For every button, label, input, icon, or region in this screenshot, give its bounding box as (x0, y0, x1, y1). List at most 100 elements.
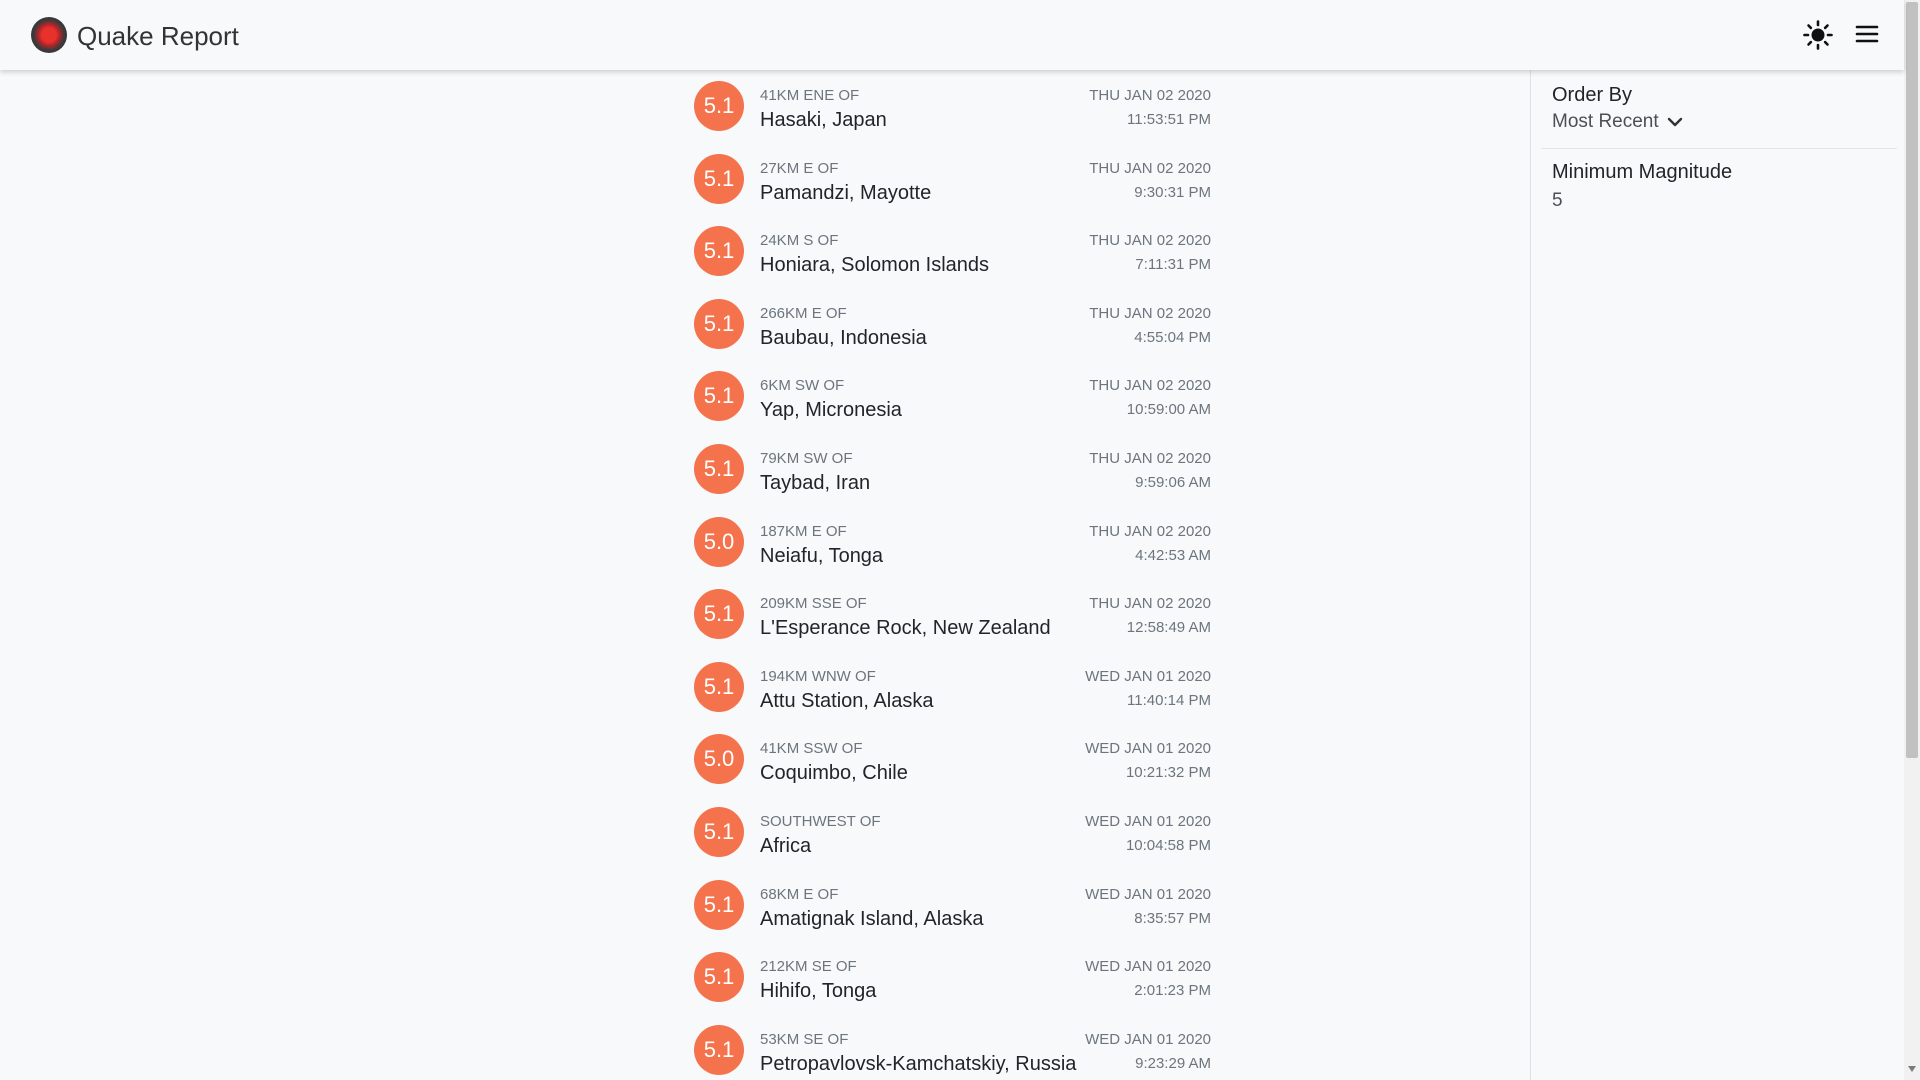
quake-list-item[interactable]: 5.1 Southwest of Africa WED JAN 01 2020 10:0… (693, 796, 1213, 869)
quake-list-item[interactable]: 5.0 187km E of Neiafu, Tonga THU JAN 02 202… (693, 506, 1213, 579)
quake-list-item[interactable]: 5.1 68km E of Amatignak Island, Alaska WED … (693, 869, 1213, 942)
location-place: Coquimbo, Chile (760, 762, 908, 785)
quake-date: WED JAN 01 2020 (1085, 1030, 1211, 1048)
quake-date: WED JAN 01 2020 (1085, 740, 1211, 758)
quake-list-item[interactable]: 5.1 53km SE of Petropavlovsk-Kamchatskiy, … (693, 1014, 1213, 1080)
min-magnitude-label: Minimum Magnitude (1552, 161, 1733, 183)
quake-time: 9:30:31 PM (1134, 183, 1211, 201)
quake-time: 8:35:57 PM (1134, 909, 1211, 927)
location-offset: 194km WNW of (760, 667, 876, 685)
magnitude-badge: 5.1 (694, 1024, 744, 1075)
quake-date: THU JAN 02 2020 (1089, 522, 1211, 540)
filter-sidebar: Order By Most Recent Minimum Magnitude (1530, 70, 1905, 1080)
magnitude-badge: 5.1 (694, 81, 744, 131)
quake-time: 9:23:29 AM (1135, 1054, 1211, 1072)
earthquake-list: 5.1 41km ENE of Hasaki, Japan THU JAN 02 20… (693, 70, 1213, 1080)
location-offset: 209km SSE of (760, 595, 867, 613)
location-place: Honiara, Solomon Islands (760, 254, 990, 277)
quake-time: 12:58:49 AM (1126, 619, 1211, 637)
sun-icon[interactable] (1802, 19, 1834, 51)
location-offset: 68km E of (760, 885, 839, 903)
magnitude-badge: 5.0 (694, 516, 744, 567)
scrollbar-thumb[interactable] (1906, 2, 1918, 758)
magnitude-badge: 5.1 (694, 806, 744, 857)
quake-time: 11:53:51 PM (1127, 111, 1211, 128)
order-by-value: Most Recent (1552, 111, 1659, 132)
order-by-label: Order By (1552, 84, 1633, 106)
quake-list-item[interactable]: 5.1 41km ENE of Hasaki, Japan THU JAN 02 20… (693, 70, 1213, 143)
quake-date: THU JAN 02 2020 (1089, 232, 1211, 250)
quake-time: 10:21:32 PM (1125, 764, 1211, 782)
quake-date: WED JAN 01 2020 (1085, 812, 1211, 830)
quake-time: 7:11:31 PM (1135, 256, 1211, 274)
location-offset: 53km SE of (760, 1030, 849, 1048)
quake-list-item[interactable]: 5.1 79km SW of Taybad, Iran THU JAN 02 2020… (693, 433, 1213, 506)
location-place: L'Esperance Rock, New Zealand (760, 617, 1051, 640)
magnitude-badge: 5.1 (694, 371, 744, 422)
chevron-down-icon (1667, 117, 1682, 127)
magnitude-badge: 5.1 (694, 298, 744, 349)
magnitude-badge: 5.1 (694, 952, 744, 1003)
location-place: Amatignak Island, Alaska (760, 907, 984, 930)
quake-logo-icon[interactable] (31, 17, 67, 53)
location-offset: 41km SSW of (760, 740, 863, 758)
magnitude-badge: 5.1 (694, 153, 744, 204)
quake-list-item[interactable]: 5.1 266km E of Baubau, Indonesia THU JAN 02… (693, 288, 1213, 361)
quake-time: 11:40:14 PM (1127, 691, 1211, 709)
magnitude-badge: 5.1 (694, 589, 744, 640)
min-magnitude-input[interactable] (1552, 187, 1882, 215)
magnitude-badge: 5.1 (694, 879, 744, 930)
quake-list-item[interactable]: 5.1 212km SE of Hihifo, Tonga WED JAN 01 20… (693, 941, 1213, 1014)
quake-date: THU JAN 02 2020 (1089, 304, 1211, 322)
quake-time: 2:01:23 PM (1134, 982, 1211, 1000)
magnitude-badge: 5.0 (694, 734, 744, 785)
quake-date: THU JAN 02 2020 (1089, 377, 1211, 395)
magnitude-badge: 5.1 (694, 661, 744, 712)
quake-date: THU JAN 02 2020 (1089, 595, 1211, 613)
location-place: Yap, Micronesia (760, 399, 902, 422)
quake-time: 4:55:04 PM (1134, 328, 1211, 346)
location-place: Hihifo, Tonga (760, 980, 877, 1003)
scroll-down-arrow-icon[interactable] (1908, 1066, 1916, 1072)
location-place: Attu Station, Alaska (760, 689, 934, 712)
location-place: Africa (760, 834, 812, 857)
location-offset: 212km SE of (760, 958, 857, 976)
quake-date: THU JAN 02 2020 (1089, 87, 1211, 104)
location-place: Pamandzi, Mayotte (760, 181, 932, 204)
app: Quake Report 5.1 41KM ENE OF Hasaki, Jap… (0, 0, 1920, 1080)
order-by-select[interactable]: Most Recent (1552, 111, 1683, 133)
quake-time: 4:42:53 AM (1135, 546, 1211, 564)
app-header: Quake Report (0, 0, 1904, 70)
location-offset: 24km S of (760, 232, 839, 250)
quake-date: THU JAN 02 2020 (1089, 449, 1211, 467)
location-offset: 266km E of (760, 304, 847, 322)
magnitude-badge: 5.1 (694, 226, 744, 277)
location-offset: 187km E of (760, 522, 847, 540)
quake-date: WED JAN 01 2020 (1085, 885, 1211, 903)
location-offset: 6km SW of (760, 377, 845, 395)
location-place: Neiafu, Tonga (760, 544, 884, 567)
quake-date: WED JAN 01 2020 (1085, 958, 1211, 976)
location-place: Baubau, Indonesia (760, 326, 927, 349)
quake-time: 10:04:58 PM (1125, 836, 1211, 854)
quake-time: 10:59:00 AM (1126, 401, 1211, 419)
hamburger-menu-icon[interactable] (1852, 19, 1882, 49)
location-place: Petropavlovsk-Kamchatskiy, Russia (760, 1052, 1077, 1075)
quake-list-item[interactable]: 5.1 27km E of Pamandzi, Mayotte THU JAN 02 … (693, 143, 1213, 216)
quake-list-item[interactable]: 5.1 194km WNW of Attu Station, Alaska WED J… (693, 651, 1213, 724)
quake-time: 9:59:06 AM (1135, 473, 1211, 491)
location-place: Hasaki, Japan (760, 109, 887, 131)
location-place: Taybad, Iran (760, 471, 871, 494)
location-offset: 79km SW of (760, 449, 853, 467)
location-offset: 41km ENE of (760, 87, 860, 104)
quake-date: THU JAN 02 2020 (1089, 159, 1211, 177)
quake-list-item[interactable]: 5.1 6km SW of Yap, Micronesia THU JAN 02 20… (693, 360, 1213, 433)
app-title[interactable]: Quake Report (77, 19, 239, 53)
sidebar-divider (1541, 148, 1897, 149)
quake-list-item[interactable]: 5.1 24km S of Honiara, Solomon Islands THU … (693, 215, 1213, 288)
location-offset: 27km E of (760, 159, 839, 177)
quake-list-item[interactable]: 5.1 209km SSE of L'Esperance Rock, New Zea… (693, 578, 1213, 651)
magnitude-badge: 5.1 (694, 443, 744, 494)
quake-date: WED JAN 01 2020 (1085, 667, 1211, 685)
quake-list-item[interactable]: 5.0 41km SSW of Coquimbo, Chile WED JAN 01 … (693, 723, 1213, 796)
